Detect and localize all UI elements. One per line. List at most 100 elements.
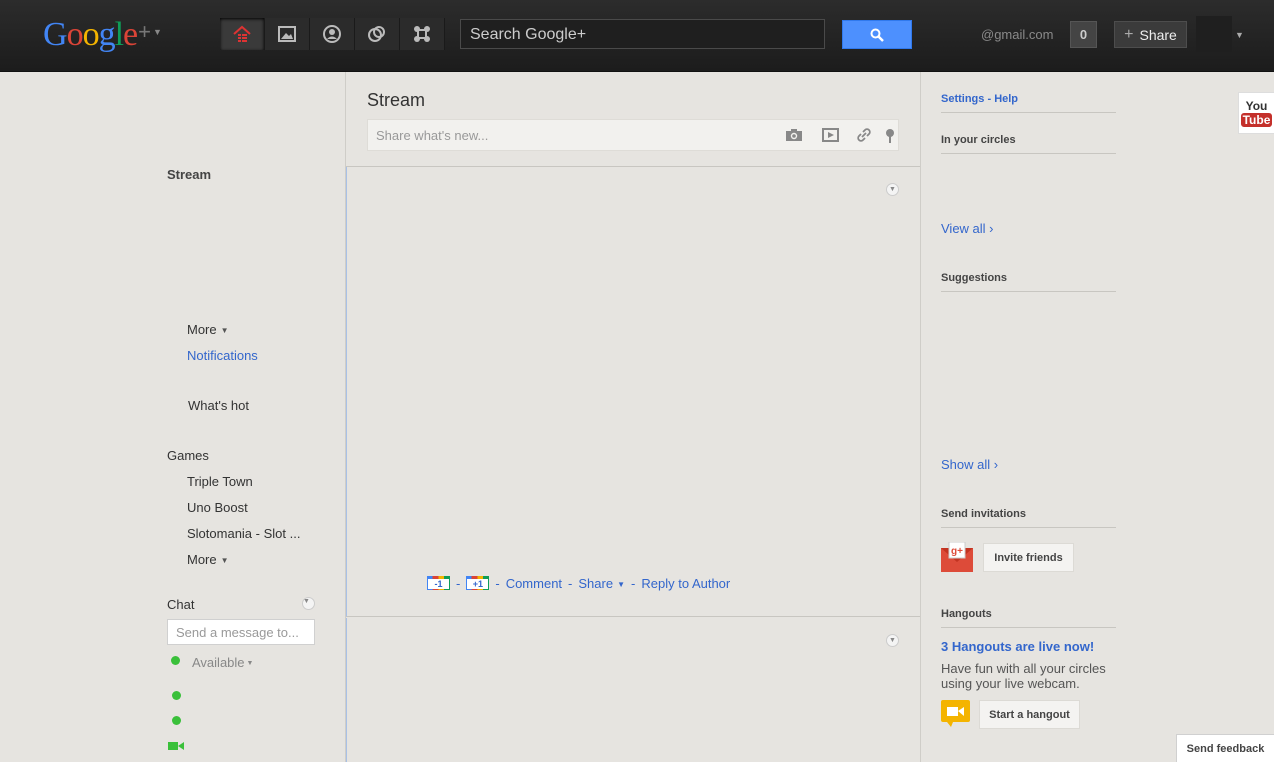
account-avatar[interactable] <box>1196 16 1232 52</box>
caret-down-icon: ▼ <box>617 579 626 589</box>
invite-envelope-icon: g+ <box>941 542 973 572</box>
circles-icon <box>368 26 385 42</box>
hangouts-live-link[interactable]: 3 Hangouts are live now! <box>941 639 1094 654</box>
plus-icon: + <box>1124 25 1134 43</box>
nav-more-link[interactable]: More ▼ <box>187 322 229 337</box>
profile-icon <box>323 25 341 43</box>
games-more-link[interactable]: More ▼ <box>187 552 229 567</box>
status-available-icon <box>171 656 180 665</box>
invite-friends-button[interactable]: Invite friends <box>983 543 1074 572</box>
game-link[interactable]: Uno Boost <box>187 500 248 515</box>
help-link[interactable]: Help <box>994 93 1018 105</box>
separator: - <box>495 575 500 591</box>
hangout-camera-icon <box>941 700 970 727</box>
nav-games-heading[interactable]: Games <box>167 448 209 463</box>
games-more-label: More <box>187 552 217 567</box>
stream-post <box>346 618 920 762</box>
view-all-link[interactable]: View all › <box>941 221 994 236</box>
chat-status-select[interactable]: Available ▼ <box>192 655 253 670</box>
nav-profile-button[interactable] <box>310 18 355 50</box>
page-title: Stream <box>367 90 426 110</box>
start-hangout-button[interactable]: Start a hangout <box>979 700 1080 729</box>
chat-title: Chat <box>167 597 195 612</box>
search-input[interactable]: Search Google+ <box>460 19 825 49</box>
caret-down-icon: ▼ <box>220 326 229 335</box>
nav-photos-button[interactable] <box>265 18 310 50</box>
logo-letter: o <box>82 16 100 53</box>
youtube-tube-label: Tube <box>1240 112 1273 127</box>
caret-down-icon: ▼ <box>246 660 254 667</box>
svg-text:g+: g+ <box>951 546 963 557</box>
chat-options-icon[interactable]: ▼ <box>302 597 315 610</box>
nav-more-label: More <box>187 322 217 337</box>
nav-whats-hot-link[interactable]: What's hot <box>188 398 249 413</box>
post-options-icon[interactable]: ▼ <box>886 634 899 647</box>
nav-home-button[interactable] <box>220 18 265 50</box>
search-icon <box>870 28 884 42</box>
minus-one-button[interactable]: -1 <box>427 576 450 590</box>
camera-icon <box>786 129 802 141</box>
video-camera-icon[interactable] <box>168 741 184 751</box>
contact-online-icon[interactable] <box>172 691 181 700</box>
app-nav <box>220 18 445 50</box>
separator: - <box>456 575 461 591</box>
top-bar: Google+ ▼ Search Google+ @gmail.com 0 + Sh… <box>0 0 1274 72</box>
chat-search-input[interactable]: Send a message to... <box>167 619 315 645</box>
stream-post <box>346 167 920 617</box>
send-invitations-heading: Send invitations <box>941 508 1116 528</box>
comment-link[interactable]: Comment <box>506 576 562 591</box>
link-icon <box>857 128 871 142</box>
contact-online-icon[interactable] <box>172 716 181 725</box>
share-label: Share <box>1139 26 1177 43</box>
home-icon <box>233 25 251 42</box>
logo-letter: g <box>98 16 116 53</box>
caret-down-icon: ▼ <box>220 556 229 565</box>
game-link[interactable]: Slotomania - Slot ... <box>187 526 315 541</box>
logo-letter: l <box>114 16 125 53</box>
logo-caret-icon: ▼ <box>152 27 162 37</box>
show-all-link[interactable]: Show all › <box>941 457 998 472</box>
add-location-button[interactable] <box>880 125 900 145</box>
game-link[interactable]: Triple Town <box>187 474 253 489</box>
notification-count-button[interactable]: 0 <box>1070 21 1097 48</box>
add-link-button[interactable] <box>848 125 880 145</box>
post-actions: -1 - +1 - Comment - Share ▼ - Reply to Au… <box>427 574 730 592</box>
youtube-you-label: You <box>1245 98 1268 113</box>
in-circles-heading: In your circles <box>941 134 1116 154</box>
share-attach-icons <box>776 125 900 145</box>
logo-plus: + <box>138 19 151 44</box>
settings-help-header: Settings - Help <box>941 93 1116 113</box>
nav-stream-link[interactable]: Stream <box>167 167 211 182</box>
photos-icon <box>278 26 296 42</box>
separator: - <box>568 575 573 591</box>
nav-circles-button[interactable] <box>355 18 400 50</box>
post-options-icon[interactable]: ▼ <box>886 183 899 196</box>
separator: - <box>631 575 636 591</box>
chat-status-label: Available <box>192 655 245 670</box>
settings-link[interactable]: Settings <box>941 93 984 105</box>
reply-to-author-link[interactable]: Reply to Author <box>641 576 730 591</box>
suggestions-heading: Suggestions <box>941 272 1116 292</box>
logo-letter: o <box>66 16 84 53</box>
add-photo-button[interactable] <box>776 125 812 145</box>
youtube-button[interactable]: You Tube <box>1238 92 1274 134</box>
logo-letter: G <box>43 16 68 53</box>
hangouts-description: Have fun with all your circles using you… <box>941 661 1106 691</box>
account-caret-icon[interactable]: ▼ <box>1235 30 1244 40</box>
nav-games-button[interactable] <box>400 18 445 50</box>
post-share-link[interactable]: Share ▼ <box>578 576 625 591</box>
add-video-button[interactable] <box>812 125 848 145</box>
google-plus-logo[interactable]: Google+ ▼ <box>43 14 162 53</box>
search-button[interactable] <box>842 20 912 49</box>
video-icon <box>821 128 839 142</box>
games-icon <box>414 26 430 42</box>
send-feedback-button[interactable]: Send feedback <box>1176 734 1274 762</box>
logo-letter: e <box>123 16 138 53</box>
header-share-button[interactable]: + Share <box>1114 21 1187 48</box>
plus-one-button[interactable]: +1 <box>466 576 490 590</box>
nav-notifications-link[interactable]: Notifications <box>187 348 258 363</box>
account-email[interactable]: @gmail.com <box>981 27 1053 42</box>
location-pin-icon <box>886 128 894 143</box>
separator: - <box>984 93 995 105</box>
hangouts-heading: Hangouts <box>941 608 1116 628</box>
